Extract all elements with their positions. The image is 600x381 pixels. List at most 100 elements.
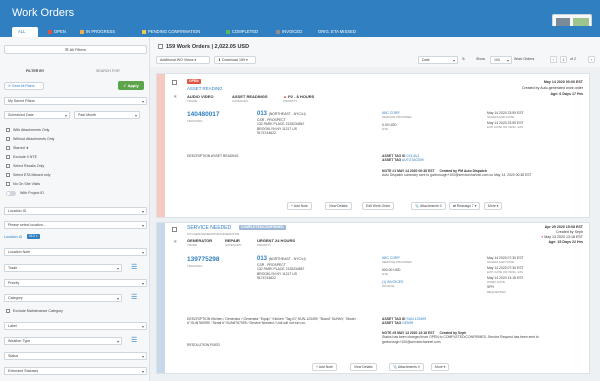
extended-statuses-select[interactable]: Extended Statuses (4, 367, 147, 375)
cb-exclude-maintenance[interactable]: Exclude Maintenance Category (6, 309, 63, 313)
provider-block: ABC CORP SERVICE PROVIDER 500.00 USD NTE… (382, 256, 412, 289)
clock-icon: ● (541, 235, 544, 239)
show-label: Show (476, 57, 485, 61)
card-checkbox[interactable] (172, 80, 177, 85)
store-address: CSR - PROSPECT 132 PARK PLACE 2125234567… (257, 263, 305, 281)
all-filters-button[interactable]: ☰ All Filters (4, 45, 147, 54)
select-all-checkbox[interactable] (158, 44, 163, 49)
checkbox-icon[interactable] (6, 137, 10, 141)
cb-eta-missed[interactable]: Select ETA Missed only (6, 173, 50, 177)
add-note-button[interactable]: + Add Note (312, 363, 337, 371)
checkbox-icon[interactable] (6, 155, 10, 159)
prev-page-button[interactable]: ‹ (550, 56, 557, 63)
checkbox-icon[interactable] (6, 146, 10, 150)
star-icon[interactable]: ★ (173, 239, 177, 245)
list-options-icon[interactable]: ☰ (131, 337, 139, 344)
view-details-button[interactable]: View Details (325, 202, 352, 210)
trade-select[interactable]: Trade (4, 264, 122, 272)
checkbox-icon[interactable] (6, 173, 10, 177)
reassign-button[interactable]: ⇄ Reassign 7 ▾ (449, 202, 481, 210)
project-id-toggle[interactable] (6, 191, 16, 196)
sort-direction-icon[interactable]: ⇅ (462, 57, 465, 61)
tab-filter-by[interactable]: FILTER BY (26, 69, 44, 73)
location-chip[interactable]: 013 × (27, 234, 40, 239)
tab-pending-confirmation[interactable]: PENDING CONFIRMATION (136, 27, 228, 37)
asset-block: ASSET TAG ID SUN-123499 ASSET TAG GEN99 (382, 317, 427, 326)
status-tabs: ALL OPEN IN PROGRESS PENDING CONFIRMATIO… (0, 26, 600, 37)
tab-invoiced[interactable]: INVOICED (270, 27, 312, 37)
age-text: Age: 6 Days 17 Hrs (550, 92, 583, 96)
cb-recalls[interactable]: Select Recalls Only (6, 164, 44, 168)
saved-filters-select[interactable]: My Saved Filters (4, 97, 147, 105)
tracking-number[interactable]: 139775298 (187, 256, 220, 263)
card-title[interactable]: SERVICE NEEDED (187, 225, 231, 231)
tab-eta-missed[interactable]: ORIG. ETA MISSED (312, 27, 382, 37)
cb-with-attachments[interactable]: With Attachments Only (6, 128, 49, 132)
additional-views-button[interactable]: Additional WO Views ▾ (156, 56, 210, 64)
app-header: Work Orders (0, 0, 600, 26)
weather-type-select[interactable]: Weather Type (4, 337, 122, 345)
tab-search-for[interactable]: SEARCH FOR (96, 69, 120, 73)
edit-work-order-button[interactable]: Edit Work Order (362, 202, 395, 210)
checkbox-icon[interactable] (6, 164, 10, 168)
download-button[interactable]: ⬇ Download 159 ▾ (214, 56, 256, 64)
date-range-select[interactable]: Past Month (74, 111, 140, 119)
location-id-label: Location ID (4, 235, 23, 239)
work-order-card[interactable]: ★ SERVICE NEEDED COMPLETED/CONFIRMED KIT… (156, 222, 590, 374)
location-id-select[interactable]: Location ID (4, 207, 147, 215)
attachments-button[interactable]: 📎 Attachments 0 (389, 363, 424, 371)
store-number[interactable]: 013 (NORTHEAST - NYC/LI) (257, 111, 306, 117)
cb-no-site-visits[interactable]: No On Site Visits (6, 182, 40, 186)
sort-field-select[interactable]: Date (418, 56, 458, 64)
created-by: Created by Seph (556, 230, 583, 234)
label-select[interactable]: Label (4, 322, 147, 330)
location-note-select[interactable]: Location Note (4, 248, 147, 256)
tab-all[interactable]: ALL (12, 27, 38, 37)
view-details-button[interactable]: View Details (350, 363, 377, 371)
schedule-block: May 14 2020 23:59 EST SCHEDULED DATE May… (487, 111, 524, 130)
clear-filters-button[interactable]: ✕ Clear All Filters (4, 82, 44, 90)
priority-select[interactable]: Priority (4, 279, 147, 287)
status-select[interactable]: Status (4, 352, 147, 360)
list-options-icon[interactable]: ☰ (131, 264, 139, 271)
store-number[interactable]: 013 (NORTHEAST - NYC/LI) (257, 256, 306, 262)
more-button[interactable]: More ▾ (431, 363, 450, 371)
apply-button[interactable]: ✓ Apply (118, 81, 144, 90)
checkbox-icon[interactable] (6, 128, 10, 132)
location-search-input[interactable]: Please select location... (4, 221, 147, 229)
list-options-icon[interactable]: ☰ (131, 294, 139, 301)
checkbox-icon[interactable] (6, 309, 10, 313)
tracking-number[interactable]: 140480017 (187, 111, 220, 118)
add-note-button[interactable]: + Add Note (287, 202, 312, 210)
cb-starred[interactable]: Starred ★ (6, 146, 29, 150)
card-checkbox[interactable] (172, 227, 177, 232)
star-icon[interactable]: ★ (173, 94, 177, 100)
store-address: CSR - PROSPECT 132 PARK PLACE 2125234567… (257, 118, 305, 136)
date-type-select[interactable]: Scheduled Date (4, 111, 70, 119)
more-button[interactable]: More ▾ (484, 202, 503, 210)
status-band (157, 223, 165, 373)
tab-open[interactable]: OPEN (42, 27, 72, 37)
page-size-select[interactable]: 100 (490, 56, 512, 64)
description-text: DESCRIPTION Kitchen / Generator / Genera… (187, 317, 356, 326)
cb-without-attachments[interactable]: Without Attachments Only (6, 137, 54, 141)
next-page-button[interactable]: › (588, 56, 595, 63)
category-label: CATEGORY (225, 243, 242, 247)
filter-sidebar: ☰ All Filters FILTER BY SEARCH FOR ✕ Cle… (0, 37, 150, 381)
category-label: CATEGORY (232, 99, 249, 103)
checkbox-icon[interactable] (6, 182, 10, 186)
tab-in-progress[interactable]: IN PROGRESS (74, 27, 126, 37)
page-current[interactable]: 1 (560, 56, 567, 63)
card-title[interactable]: ASSET READING (187, 86, 223, 91)
priority-label: PRIORITY (283, 99, 298, 103)
page-title: Work Orders (12, 7, 75, 19)
created-date: May 14 2020 00:00 EST (543, 80, 583, 84)
attachments-button[interactable]: 📎 Attachments 0 (411, 202, 446, 210)
cb-exclude-nte[interactable]: Exclude 0 NTE (6, 155, 37, 159)
resolution-text: RESOLUTION FIXED (187, 343, 220, 347)
category-select[interactable]: Category (4, 294, 122, 302)
tab-completed[interactable]: COMPLETED (220, 27, 270, 37)
work-order-card[interactable]: ★ OPEN ASSET READING AUDIO VIDEO TRADE A… (156, 73, 590, 218)
completed-date: ● May 13 2020 13:18 EST (541, 235, 583, 239)
trade-label: TRADE (187, 99, 198, 103)
